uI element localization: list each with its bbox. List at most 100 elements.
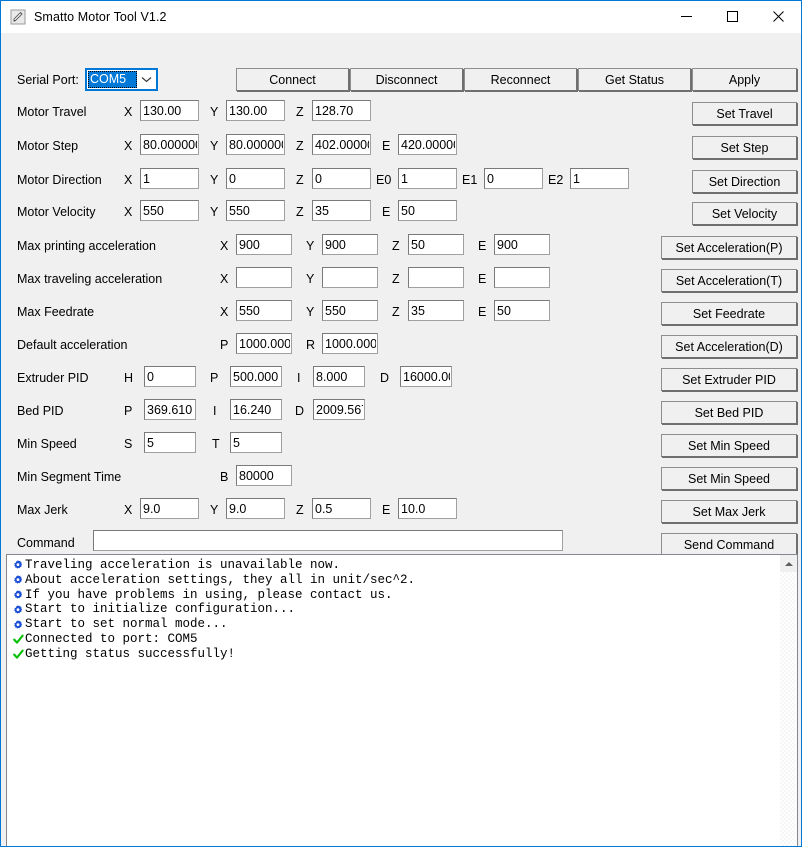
max-traveling-acceleration-label: Max traveling acceleration bbox=[17, 272, 163, 286]
set-feedrate-button[interactable]: Set Feedrate bbox=[661, 302, 797, 325]
set-velocity-button[interactable]: Set Velocity bbox=[692, 202, 797, 225]
apply-button[interactable]: Apply bbox=[692, 68, 797, 91]
max-feedrate-x-input[interactable] bbox=[236, 300, 292, 321]
max-feedrate-axis-e: E bbox=[478, 305, 487, 319]
motor-velocity-y-input[interactable] bbox=[226, 200, 285, 221]
title-bar: Smatto Motor Tool V1.2 bbox=[1, 0, 801, 33]
extruder-pid-p-input[interactable] bbox=[230, 366, 282, 387]
max-jerk-x-input[interactable] bbox=[140, 498, 199, 519]
bed-pid-axis-i: I bbox=[213, 404, 217, 418]
send-command-button[interactable]: Send Command bbox=[661, 533, 797, 556]
min-speed-axis-s: S bbox=[124, 437, 133, 451]
set-extruder-pid-button[interactable]: Set Extruder PID bbox=[661, 368, 797, 391]
scrollbar-track[interactable] bbox=[780, 572, 797, 846]
disconnect-button[interactable]: Disconnect bbox=[350, 68, 463, 91]
motor-direction-e1-input[interactable] bbox=[484, 168, 543, 189]
max-printing-acceleration-y-input[interactable] bbox=[322, 234, 378, 255]
extruder-pid-label: Extruder PID bbox=[17, 371, 89, 385]
max-traveling-acceleration-y-input[interactable] bbox=[322, 267, 378, 288]
max-printing-acceleration-x-input[interactable] bbox=[236, 234, 292, 255]
motor-direction-z-input[interactable] bbox=[312, 168, 371, 189]
bed-pid-p-input[interactable] bbox=[144, 399, 196, 420]
min-speed-s-input[interactable] bbox=[144, 432, 196, 453]
max-traveling-acceleration-axis-x: X bbox=[220, 272, 229, 286]
serial-port-combobox[interactable]: COM5 bbox=[85, 68, 158, 91]
motor-travel-x-input[interactable] bbox=[140, 100, 199, 121]
motor-direction-axis-e0: E0 bbox=[376, 173, 392, 187]
set-min-speed-button[interactable]: Set Min Speed bbox=[661, 434, 797, 457]
max-traveling-acceleration-axis-y: Y bbox=[306, 272, 315, 286]
max-traveling-acceleration-e-input[interactable] bbox=[494, 267, 550, 288]
default-acceleration-r-input[interactable] bbox=[322, 333, 378, 354]
minimize-button[interactable] bbox=[663, 1, 709, 32]
motor-travel-z-input[interactable] bbox=[312, 100, 371, 121]
motor-step-y-input[interactable] bbox=[226, 134, 285, 155]
default-acceleration-axis-r: R bbox=[306, 338, 316, 352]
log-message: Connected to port: COM5 bbox=[25, 631, 198, 646]
motor-travel-y-input[interactable] bbox=[226, 100, 285, 121]
set-travel-button[interactable]: Set Travel bbox=[692, 102, 797, 125]
set-direction-button[interactable]: Set Direction bbox=[692, 170, 797, 193]
max-feedrate-e-input[interactable] bbox=[494, 300, 550, 321]
max-traveling-acceleration-x-input[interactable] bbox=[236, 267, 292, 288]
maximize-button[interactable] bbox=[709, 1, 755, 32]
connect-button[interactable]: Connect bbox=[236, 68, 349, 91]
motor-velocity-x-input[interactable] bbox=[140, 200, 199, 221]
max-jerk-e-input[interactable] bbox=[398, 498, 457, 519]
motor-direction-e0-input[interactable] bbox=[398, 168, 457, 189]
set-min-segment-time-button[interactable]: Set Min Speed bbox=[661, 467, 797, 490]
motor-step-label: Motor Step bbox=[17, 139, 79, 153]
motor-travel-label: Motor Travel bbox=[17, 105, 87, 119]
set-step-button[interactable]: Set Step bbox=[692, 136, 797, 159]
min-segment-time-axis-b: B bbox=[220, 470, 229, 484]
scrollbar-up-button[interactable] bbox=[780, 555, 797, 572]
max-jerk-y-input[interactable] bbox=[226, 498, 285, 519]
set-max-jerk-button[interactable]: Set Max Jerk bbox=[661, 500, 797, 523]
max-traveling-acceleration-z-input[interactable] bbox=[408, 267, 464, 288]
max-feedrate-axis-z: Z bbox=[392, 305, 400, 319]
motor-velocity-e-input[interactable] bbox=[398, 200, 457, 221]
motor-velocity-axis-e: E bbox=[382, 205, 391, 219]
max-jerk-z-input[interactable] bbox=[312, 498, 371, 519]
max-feedrate-z-input[interactable] bbox=[408, 300, 464, 321]
motor-step-x-input[interactable] bbox=[140, 134, 199, 155]
motor-direction-x-input[interactable] bbox=[140, 168, 199, 189]
gear-icon bbox=[11, 573, 25, 588]
gear-icon bbox=[11, 558, 25, 573]
max-printing-acceleration-z-input[interactable] bbox=[408, 234, 464, 255]
log-message: Start to set normal mode... bbox=[25, 617, 228, 632]
command-input[interactable] bbox=[93, 530, 563, 551]
extruder-pid-d-input[interactable] bbox=[400, 366, 452, 387]
set-acceleration-t-button[interactable]: Set Acceleration(T) bbox=[661, 269, 797, 292]
set-bed-pid-button[interactable]: Set Bed PID bbox=[661, 401, 797, 424]
motor-velocity-z-input[interactable] bbox=[312, 200, 371, 221]
bed-pid-d-input[interactable] bbox=[313, 399, 365, 420]
bed-pid-i-input[interactable] bbox=[230, 399, 282, 420]
reconnect-button[interactable]: Reconnect bbox=[464, 68, 577, 91]
max-feedrate-axis-x: X bbox=[220, 305, 229, 319]
log-text[interactable]: Traveling acceleration is unavailable no… bbox=[7, 555, 779, 846]
log-line: Connected to port: COM5 bbox=[11, 632, 779, 647]
min-speed-t-input[interactable] bbox=[230, 432, 282, 453]
log-scrollbar[interactable] bbox=[779, 555, 797, 846]
log-line: Start to initialize configuration... bbox=[11, 602, 779, 617]
min-segment-time-b-input[interactable] bbox=[236, 465, 292, 486]
max-feedrate-y-input[interactable] bbox=[322, 300, 378, 321]
extruder-pid-axis-d: D bbox=[380, 371, 390, 385]
max-traveling-acceleration-axis-z: Z bbox=[392, 272, 400, 286]
max-printing-acceleration-e-input[interactable] bbox=[494, 234, 550, 255]
motor-direction-e2-input[interactable] bbox=[570, 168, 629, 189]
gear-icon bbox=[11, 617, 25, 632]
motor-step-e-input[interactable] bbox=[398, 134, 457, 155]
motor-direction-y-input[interactable] bbox=[226, 168, 285, 189]
default-acceleration-p-input[interactable] bbox=[236, 333, 292, 354]
extruder-pid-h-input[interactable] bbox=[144, 366, 196, 387]
extruder-pid-i-input[interactable] bbox=[313, 366, 365, 387]
set-acceleration-p-button[interactable]: Set Acceleration(P) bbox=[661, 236, 797, 259]
get-status-button[interactable]: Get Status bbox=[578, 68, 691, 91]
motor-step-axis-x: X bbox=[124, 139, 133, 153]
close-button[interactable] bbox=[755, 1, 801, 32]
motor-step-z-input[interactable] bbox=[312, 134, 371, 155]
motor-direction-axis-y: Y bbox=[210, 173, 219, 187]
set-acceleration-d-button[interactable]: Set Acceleration(D) bbox=[661, 335, 797, 358]
